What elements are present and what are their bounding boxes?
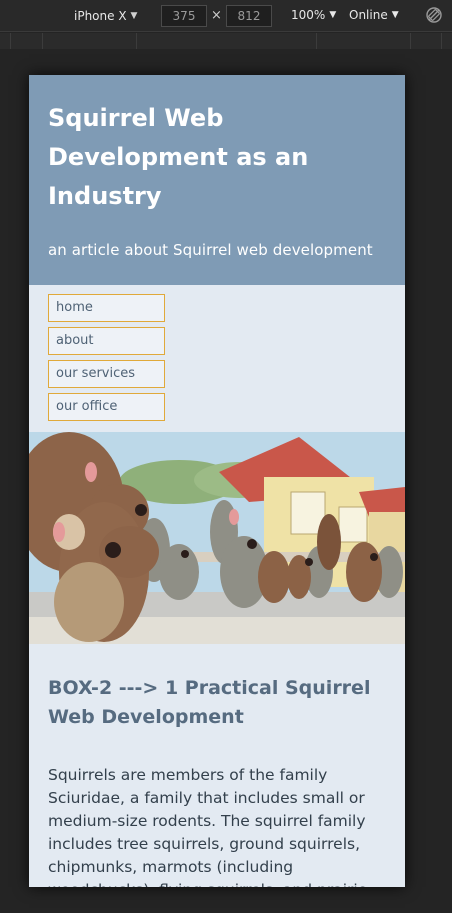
hero-image bbox=[29, 432, 405, 644]
zoom-label: 100% bbox=[291, 8, 326, 22]
site-header: Squirrel Web Development as an Industry … bbox=[29, 75, 405, 285]
site-title: Squirrel Web Development as an Industry bbox=[48, 104, 309, 210]
nav-link-home[interactable]: home bbox=[48, 294, 165, 322]
device-select[interactable]: iPhone X ▼ bbox=[74, 6, 137, 26]
nav-link-about[interactable]: about bbox=[48, 327, 165, 355]
device-label: iPhone X bbox=[74, 9, 127, 23]
nav-link-services[interactable]: our services bbox=[48, 360, 165, 388]
box-2-section: BOX-2 ---> 1 Practical Squirrel Web Deve… bbox=[29, 644, 405, 887]
site-subtitle: an article about Squirrel web developmen… bbox=[48, 241, 373, 259]
zoom-select[interactable]: 100% ▼ bbox=[291, 8, 336, 22]
box-title: BOX-2 ---> 1 Practical Squirrel Web Deve… bbox=[48, 677, 371, 728]
width-input[interactable]: 375 bbox=[161, 5, 207, 27]
squirrels-illustration bbox=[29, 432, 405, 644]
rotate-icon[interactable] bbox=[425, 6, 443, 24]
dimension-separator: × bbox=[211, 8, 222, 23]
throttle-label: Online bbox=[349, 8, 388, 22]
throttle-select[interactable]: Online ▼ bbox=[349, 8, 399, 22]
nav-link-office[interactable]: our office bbox=[48, 393, 165, 421]
device-viewport: Squirrel Web Development as an Industry … bbox=[29, 75, 405, 887]
caret-down-icon: ▼ bbox=[130, 11, 138, 21]
media-query-ruler bbox=[0, 33, 452, 49]
box-text: Squirrels are members of the family Sciu… bbox=[48, 766, 367, 887]
caret-down-icon: ▼ bbox=[391, 10, 399, 20]
caret-down-icon: ▼ bbox=[329, 10, 337, 20]
height-input[interactable]: 812 bbox=[226, 5, 272, 27]
devtools-device-toolbar: iPhone X ▼ 375 × 812 100% ▼ Online ▼ bbox=[0, 0, 452, 32]
site-nav: home about our services our office bbox=[29, 285, 405, 421]
